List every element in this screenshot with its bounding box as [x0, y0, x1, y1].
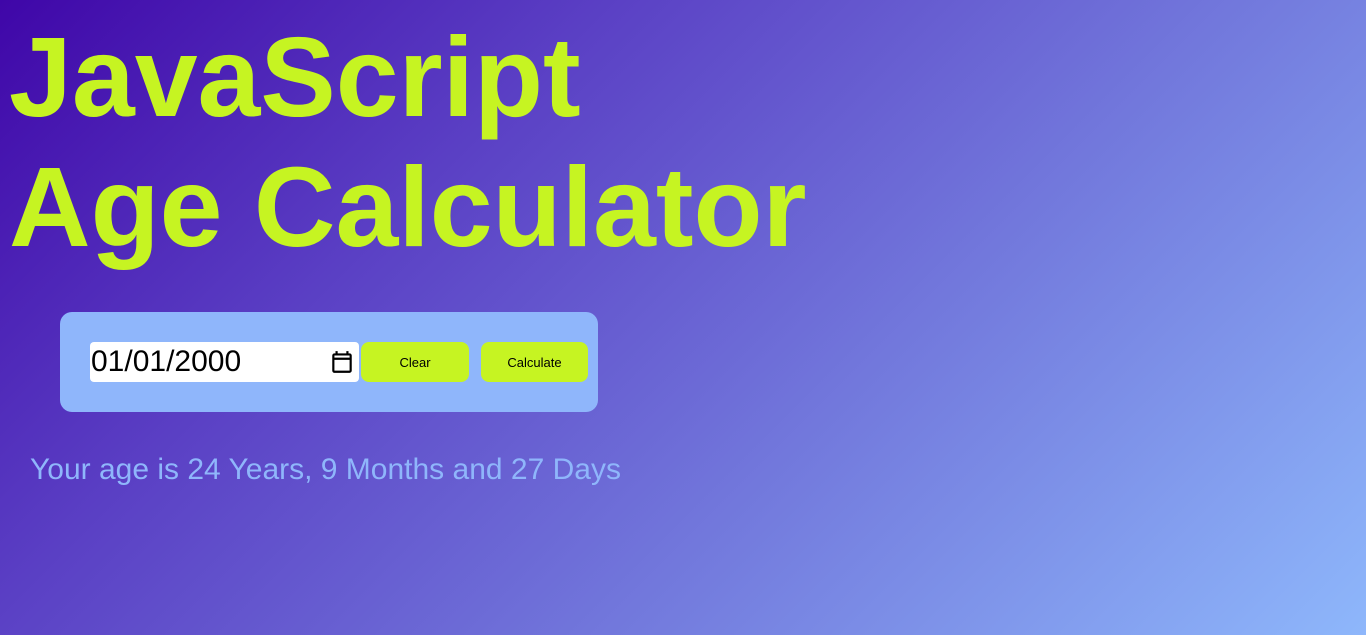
calendar-icon[interactable] — [329, 348, 355, 376]
calculate-button[interactable]: Calculate — [481, 342, 588, 382]
birth-date-value: 01/01/2000 — [91, 345, 242, 378]
title-line-2: Age Calculator — [9, 144, 807, 270]
age-form-panel: 01/01/2000 Clear Calculate — [60, 312, 598, 412]
age-result-text: Your age is 24 Years, 9 Months and 27 Da… — [30, 453, 621, 486]
clear-button[interactable]: Clear — [361, 342, 469, 382]
birth-date-input[interactable]: 01/01/2000 — [90, 342, 359, 382]
title-line-1: JavaScript — [9, 14, 581, 140]
page-title: JavaScript Age Calculator — [9, 12, 806, 272]
